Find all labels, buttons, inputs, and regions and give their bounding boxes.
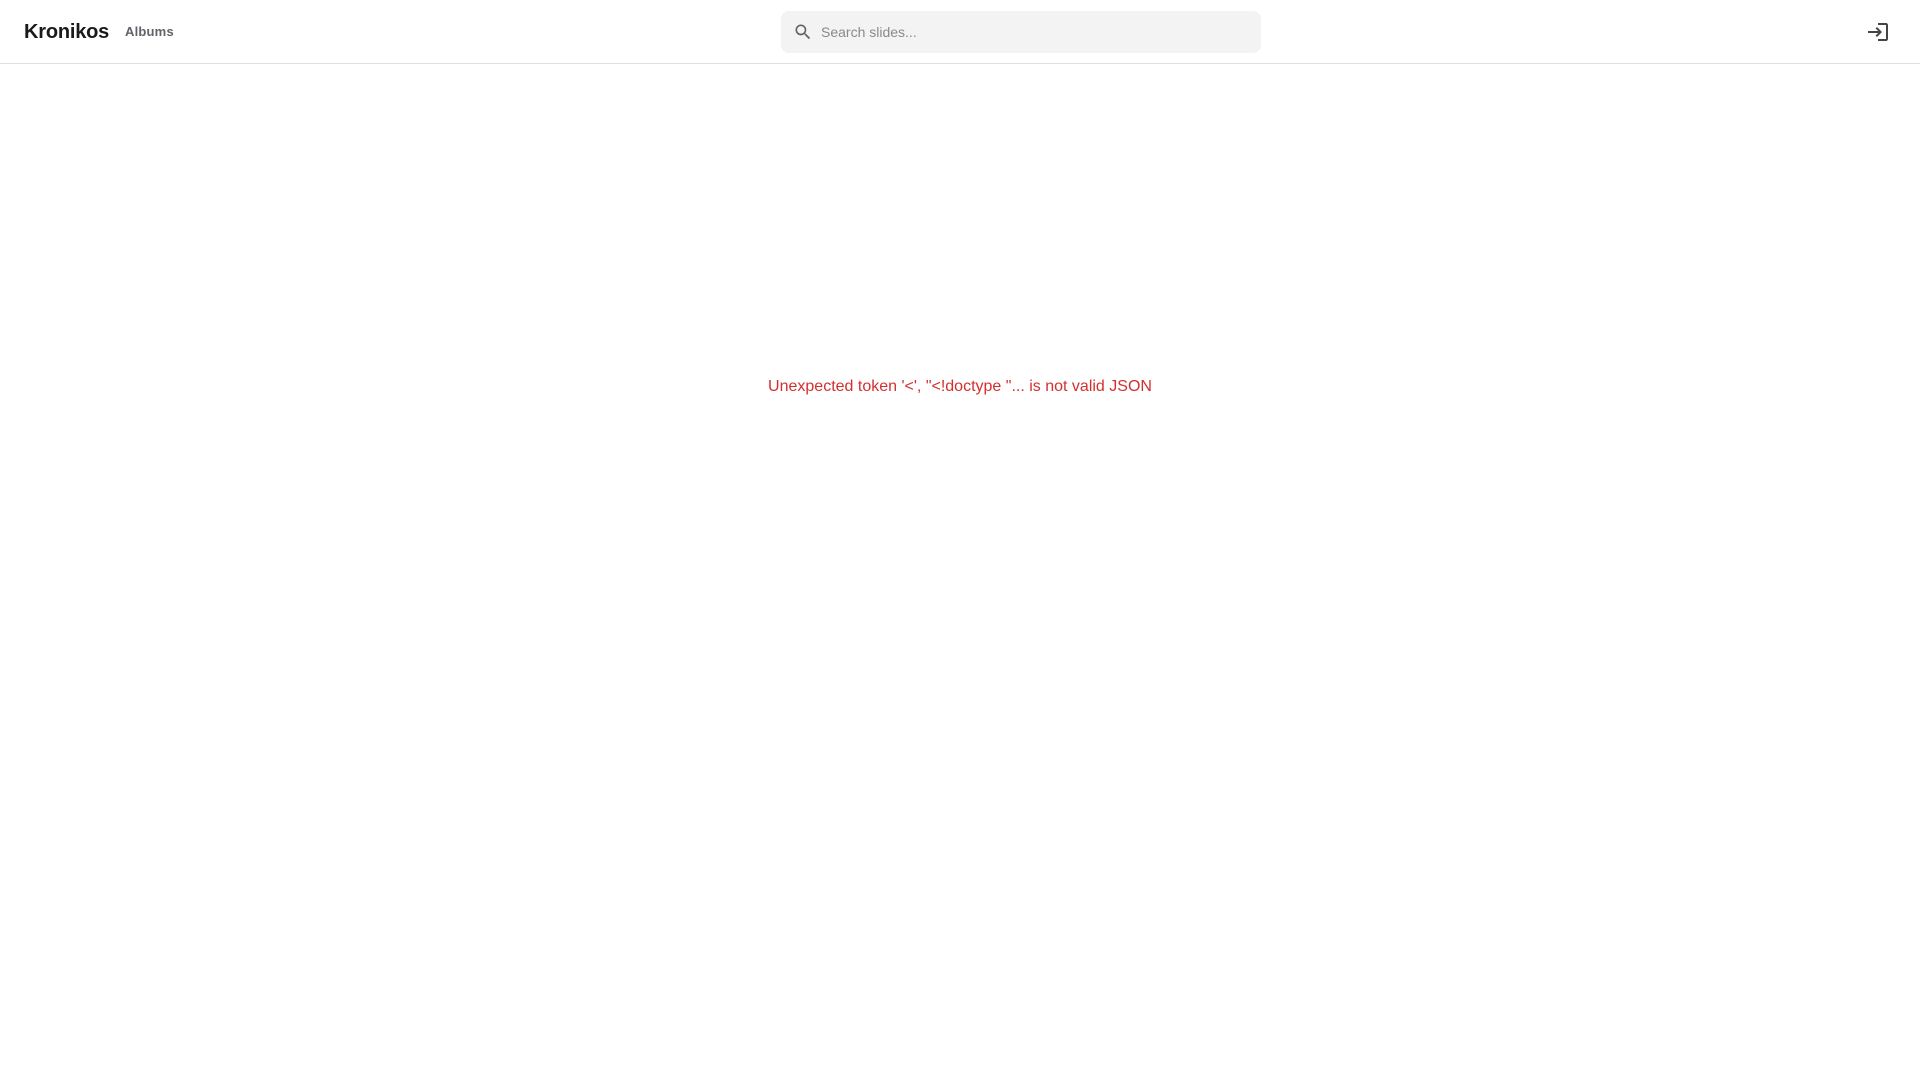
app-bar: Kronikos Albums [0,0,1920,64]
search-icon [793,22,813,42]
login-button[interactable] [1862,16,1894,48]
nav-link-albums[interactable]: Albums [116,20,183,44]
search-box[interactable] [781,11,1261,53]
search-input[interactable] [821,11,1251,53]
error-message: Unexpected token '<', "<!doctype "... is… [768,378,1152,395]
login-icon [1868,23,1888,41]
brand-logo[interactable]: Kronikos [24,0,109,64]
